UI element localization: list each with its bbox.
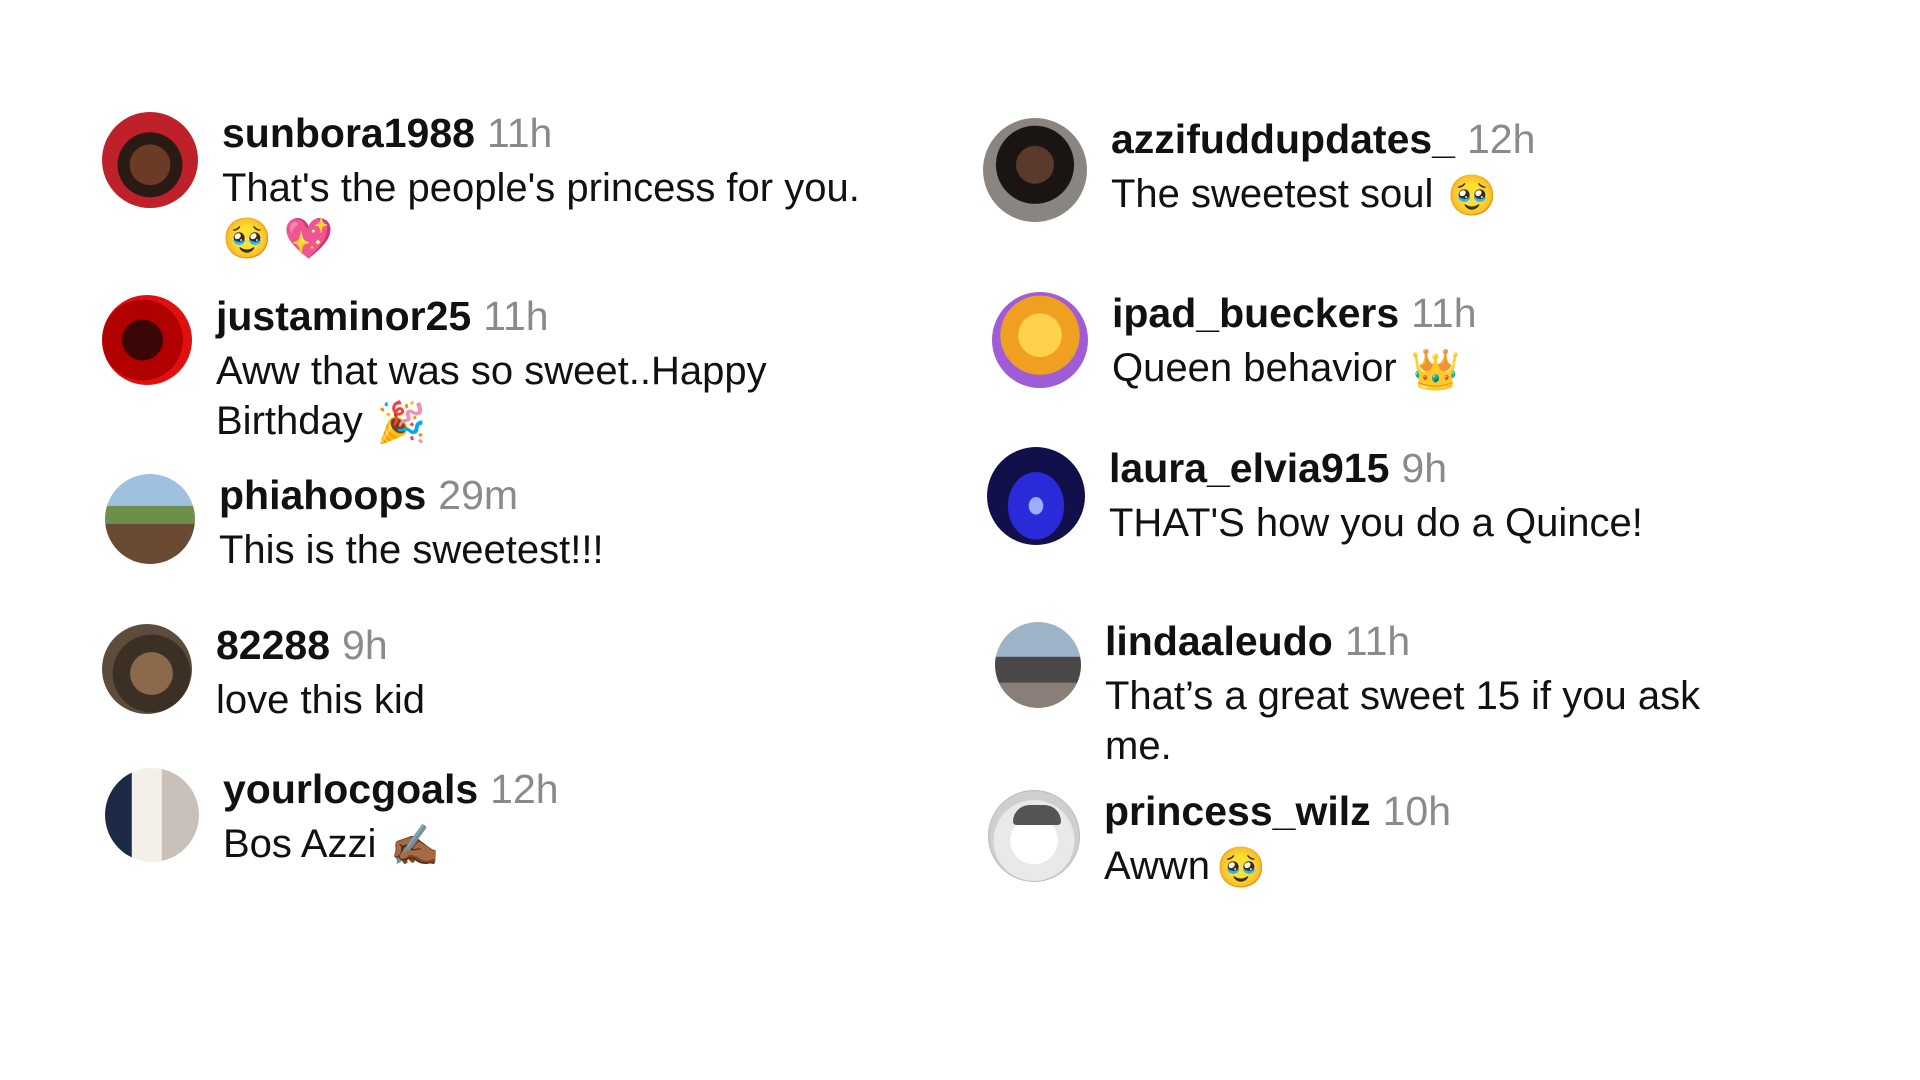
comment-header: sunbora1988 11h bbox=[222, 110, 860, 156]
username[interactable]: ipad_bueckers bbox=[1112, 290, 1399, 336]
comment-header: lindaaleudo 11h bbox=[1105, 618, 1700, 664]
sparkling-heart-emoji: 💖 bbox=[283, 216, 334, 263]
comment-text-line: Aww that was so sweet..Happy bbox=[216, 349, 767, 394]
comment-text: love this kid bbox=[216, 678, 425, 723]
comment-body: princess_wilz 10h Awwn 🥹 bbox=[1104, 788, 1452, 891]
comment-text: That’s a great sweet 15 if you ask me. bbox=[1105, 671, 1700, 771]
pleading-face-emoji: 🥹 bbox=[1447, 173, 1498, 220]
username[interactable]: justaminor25 bbox=[216, 293, 471, 339]
comment-text: THAT'S how you do a Quince! bbox=[1109, 501, 1643, 546]
comment-item: lindaaleudo 11h That’s a great sweet 15 i… bbox=[995, 618, 1700, 771]
avatar[interactable] bbox=[988, 790, 1080, 882]
comment-text: Queen behavior 👑 bbox=[1112, 343, 1477, 393]
comment-header: princess_wilz 10h bbox=[1104, 788, 1452, 834]
avatar[interactable] bbox=[102, 624, 192, 714]
comment-text-line: That’s a great sweet 15 if you ask bbox=[1105, 674, 1701, 719]
avatar[interactable] bbox=[102, 112, 198, 208]
timestamp: 9h bbox=[1401, 445, 1448, 491]
comment-text: Awwn 🥹 bbox=[1104, 841, 1451, 891]
timestamp: 11h bbox=[1411, 290, 1477, 336]
comment-text: Aww that was so sweet..Happy Birthday 🎉 bbox=[216, 346, 767, 446]
comment-header: laura_elvia915 9h bbox=[1109, 445, 1643, 491]
comment-header: yourlocgoals 12h bbox=[223, 766, 559, 812]
username[interactable]: 82288 bbox=[216, 622, 330, 668]
comment-item: yourlocgoals 12h Bos Azzi ✍🏾 bbox=[105, 766, 559, 869]
comment-item: princess_wilz 10h Awwn 🥹 bbox=[988, 788, 1452, 891]
username[interactable]: laura_elvia915 bbox=[1109, 445, 1389, 491]
comment-item: justaminor25 11h Aww that was so sweet..H… bbox=[102, 293, 767, 446]
comment-header: phiahoops 29m bbox=[219, 472, 604, 518]
comment-text-content: Awwn bbox=[1104, 844, 1210, 889]
timestamp: 12h bbox=[1466, 116, 1536, 162]
emoji-row: 🥹 💖 bbox=[222, 217, 860, 261]
comment-text: This is the sweetest!!! bbox=[219, 528, 604, 573]
comment-header: ipad_bueckers 11h bbox=[1112, 290, 1477, 336]
comment-text-content: Bos Azzi bbox=[223, 822, 377, 867]
username[interactable]: phiahoops bbox=[219, 472, 426, 518]
crown-emoji: 👑 bbox=[1410, 347, 1461, 394]
timestamp: 10h bbox=[1382, 788, 1452, 834]
comment-text-line: me. bbox=[1105, 724, 1172, 769]
comment-header: justaminor25 11h bbox=[216, 293, 767, 339]
timestamp: 29m bbox=[438, 472, 519, 518]
comment-text-line: Birthday 🎉 bbox=[216, 396, 767, 446]
comment-item: laura_elvia915 9h THAT'S how you do a Qui… bbox=[987, 445, 1643, 548]
comment-body: phiahoops 29m This is the sweetest!!! bbox=[219, 472, 604, 575]
comments-panel: sunbora1988 11h That's the people's princ… bbox=[0, 0, 1920, 1080]
username[interactable]: princess_wilz bbox=[1104, 788, 1371, 834]
username[interactable]: yourlocgoals bbox=[223, 766, 478, 812]
timestamp: 9h bbox=[342, 622, 388, 668]
comment-text: The sweetest soul 🥹 bbox=[1111, 169, 1535, 219]
avatar[interactable] bbox=[992, 292, 1088, 388]
timestamp: 12h bbox=[490, 766, 559, 812]
timestamp: 11h bbox=[1344, 618, 1411, 664]
comment-text-line-2: Birthday bbox=[216, 399, 363, 444]
username[interactable]: azzifuddupdates_ bbox=[1111, 116, 1455, 162]
avatar[interactable] bbox=[987, 447, 1085, 545]
comment-item: ipad_bueckers 11h Queen behavior 👑 bbox=[992, 290, 1477, 393]
comment-header: 82288 9h bbox=[216, 622, 425, 668]
comment-item: azzifuddupdates_ 12h The sweetest soul 🥹 bbox=[983, 116, 1536, 222]
comment-text-content: Queen behavior bbox=[1112, 346, 1397, 391]
username[interactable]: sunbora1988 bbox=[222, 110, 475, 156]
comment-body: 82288 9h love this kid bbox=[216, 622, 425, 725]
comment-body: laura_elvia915 9h THAT'S how you do a Qui… bbox=[1109, 445, 1643, 548]
avatar[interactable] bbox=[102, 295, 192, 385]
pleading-face-emoji: 🥹 bbox=[1215, 845, 1266, 892]
comment-item: 82288 9h love this kid bbox=[102, 622, 425, 725]
comment-body: ipad_bueckers 11h Queen behavior 👑 bbox=[1112, 290, 1477, 393]
comment-body: sunbora1988 11h That's the people's princ… bbox=[222, 110, 860, 261]
username[interactable]: lindaaleudo bbox=[1105, 618, 1333, 664]
comment-body: yourlocgoals 12h Bos Azzi ✍🏾 bbox=[223, 766, 559, 869]
party-popper-emoji: 🎉 bbox=[376, 400, 427, 447]
comment-text-content: The sweetest soul bbox=[1111, 172, 1434, 217]
avatar[interactable] bbox=[995, 622, 1081, 708]
comment-text: That's the people's princess for you. bbox=[222, 166, 860, 211]
comment-text: Bos Azzi ✍🏾 bbox=[223, 819, 559, 869]
comment-body: azzifuddupdates_ 12h The sweetest soul 🥹 bbox=[1111, 116, 1536, 219]
comment-body: justaminor25 11h Aww that was so sweet..H… bbox=[216, 293, 767, 446]
pleading-face-emoji: 🥹 bbox=[222, 216, 272, 263]
comment-body: lindaaleudo 11h That’s a great sweet 15 i… bbox=[1105, 618, 1700, 771]
comment-item: phiahoops 29m This is the sweetest!!! bbox=[105, 472, 604, 575]
avatar[interactable] bbox=[105, 474, 195, 564]
comment-header: azzifuddupdates_ 12h bbox=[1111, 116, 1536, 162]
comment-item: sunbora1988 11h That's the people's princ… bbox=[102, 110, 860, 261]
avatar[interactable] bbox=[105, 768, 199, 862]
timestamp: 11h bbox=[486, 110, 553, 156]
timestamp: 11h bbox=[483, 293, 549, 339]
writing-hand-emoji: ✍🏾 bbox=[390, 823, 441, 870]
avatar[interactable] bbox=[983, 118, 1087, 222]
